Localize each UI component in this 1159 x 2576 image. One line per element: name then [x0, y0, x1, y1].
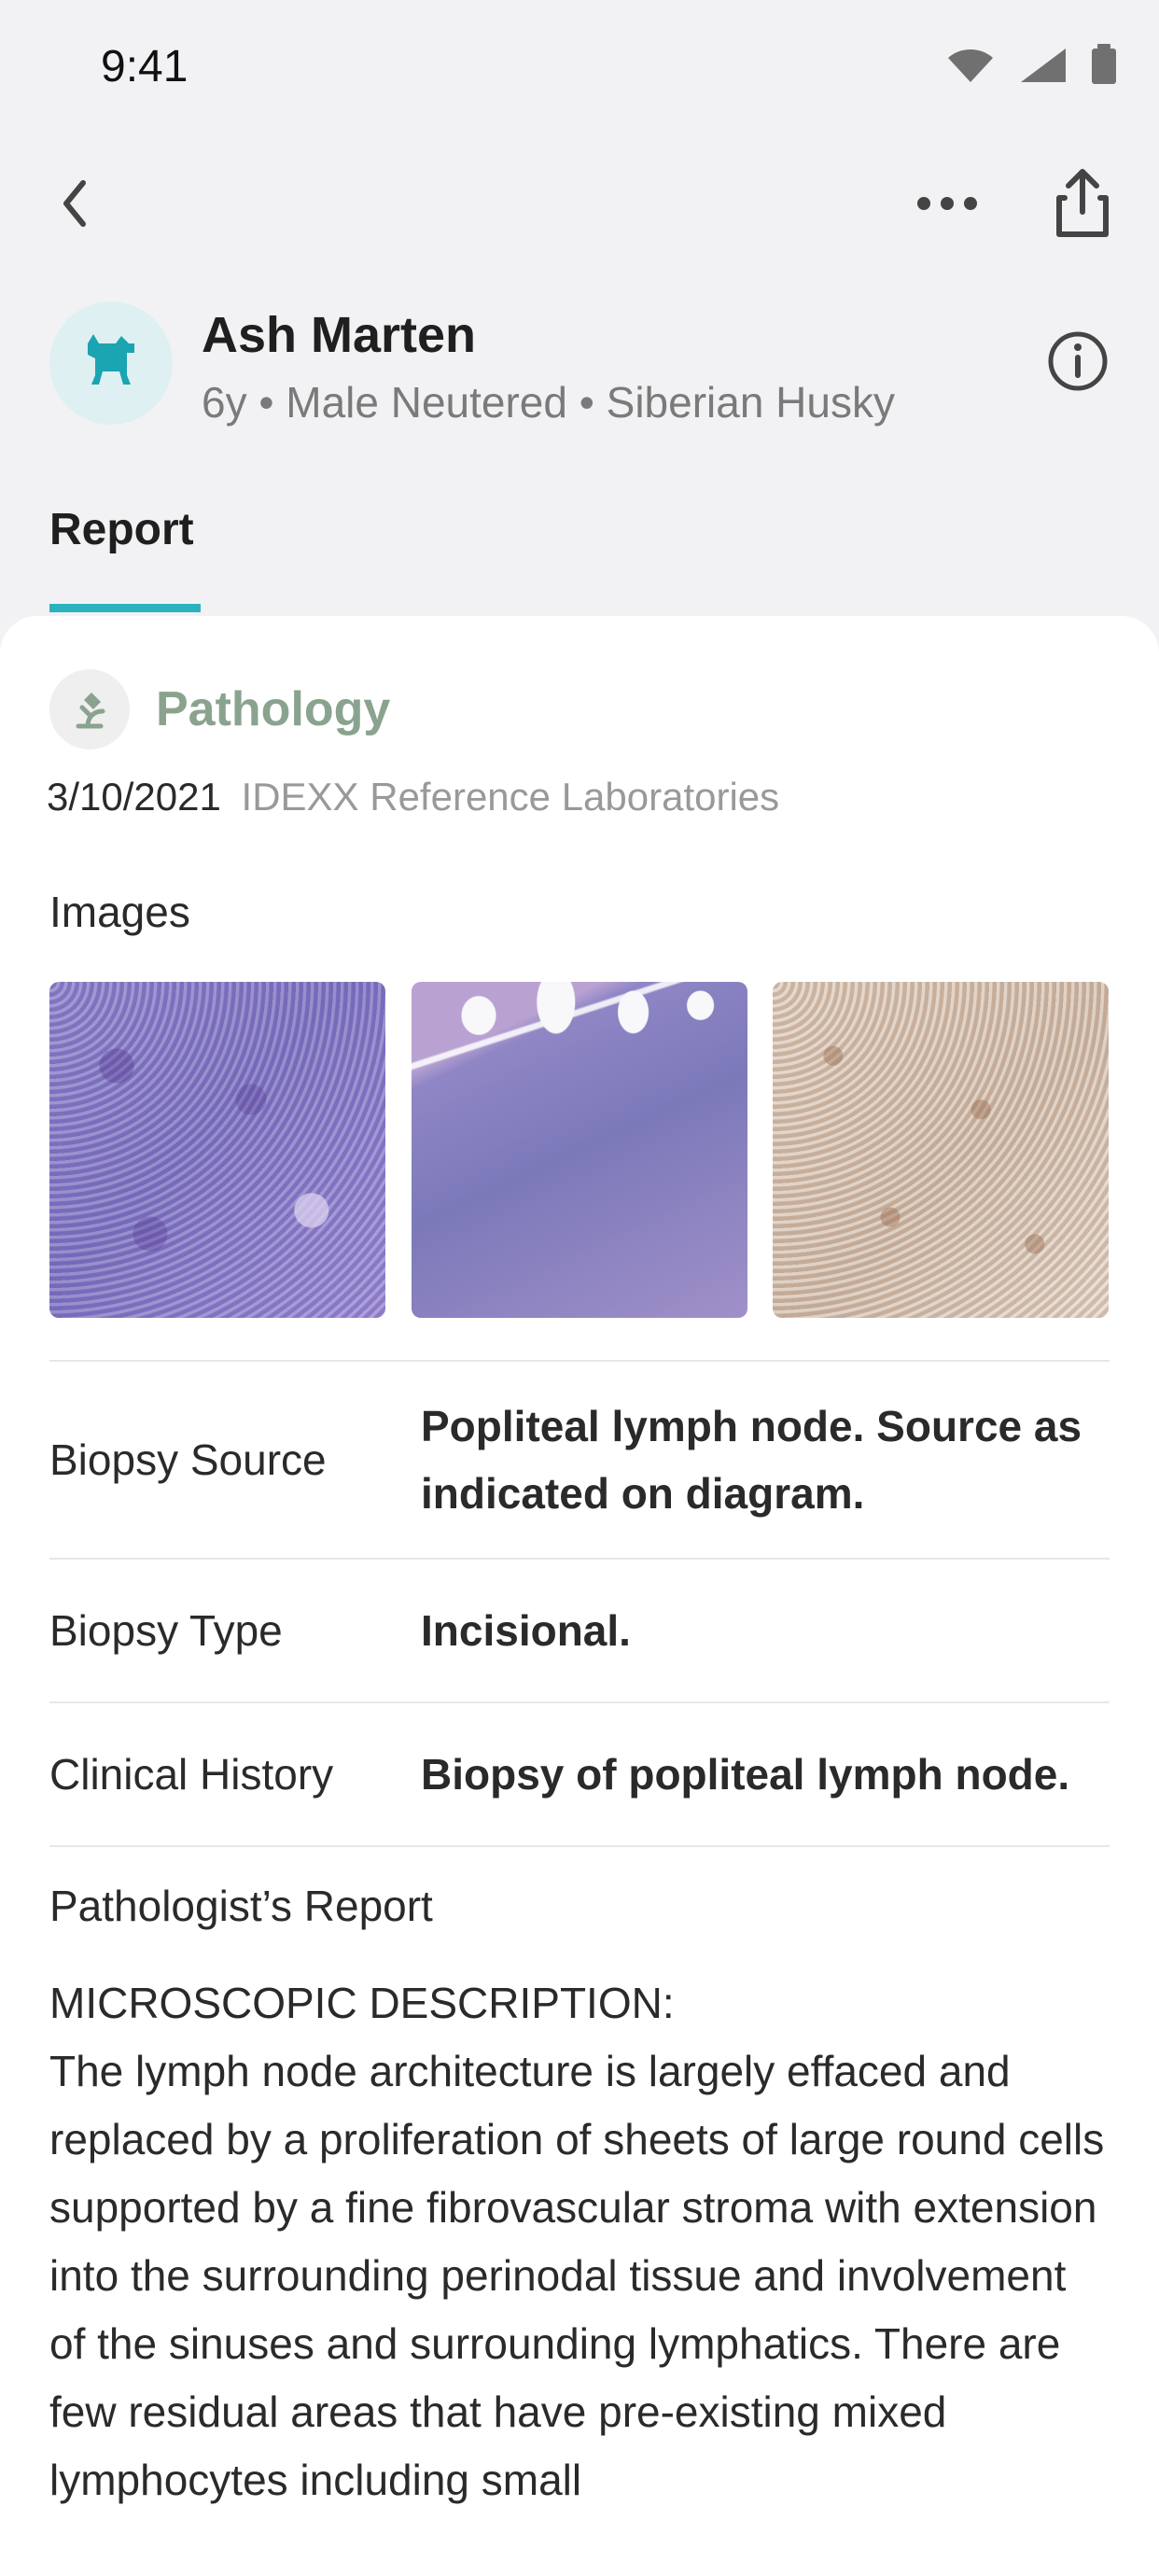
microscope-icon — [49, 669, 130, 749]
back-button[interactable] — [41, 173, 106, 238]
biopsy-type-value: Incisional. — [421, 1606, 631, 1655]
share-icon — [1052, 167, 1113, 245]
section-header: Pathology — [49, 667, 390, 751]
image-thumbnail[interactable] — [49, 982, 385, 1318]
clinical-history-label: Clinical History — [49, 1750, 334, 1799]
patient-avatar — [49, 301, 173, 425]
report-card: Pathology 3/10/2021 IDEXX Reference Labo… — [0, 616, 1159, 2576]
report-date: 3/10/2021 — [47, 775, 221, 819]
tab-indicator — [49, 604, 201, 612]
image-thumbnail[interactable] — [773, 982, 1109, 1318]
more-horizontal-icon — [915, 194, 980, 217]
status-time: 9:41 — [101, 42, 189, 91]
report-lab: IDEXX Reference Laboratories — [241, 775, 780, 819]
images-label: Images — [49, 888, 190, 936]
image-thumbnail[interactable] — [412, 982, 747, 1318]
details-list: Biopsy Source Popliteal lymph node. Sour… — [49, 1360, 1110, 1847]
patient-details: 6y • Male Neutered • Siberian Husky — [202, 378, 895, 427]
section-title: Pathology — [156, 682, 391, 736]
tab-bar: Report — [0, 495, 1159, 616]
biopsy-source-value: Popliteal lymph node. Source as indicate… — [421, 1402, 1082, 1518]
patient-header: Ash Marten 6y • Male Neutered • Siberian… — [0, 297, 1159, 427]
info-icon — [1047, 330, 1109, 397]
status-icons — [944, 43, 1118, 91]
detail-row: Biopsy Source Popliteal lymph node. Sour… — [49, 1360, 1110, 1558]
tab-report[interactable]: Report — [49, 504, 194, 555]
report-meta: 3/10/2021 IDEXX Reference Laboratories — [47, 775, 779, 819]
pathologist-report-text: MICROSCOPIC DESCRIPTION: The lymph node … — [49, 1979, 1105, 2504]
detail-row: Biopsy Type Incisional. — [49, 1558, 1110, 1701]
clinical-history-value: Biopsy of popliteal lymph node. — [421, 1750, 1070, 1799]
chevron-left-icon — [55, 175, 92, 236]
biopsy-type-label: Biopsy Type — [49, 1606, 283, 1655]
signal-icon — [1017, 45, 1069, 89]
pathologist-report-label: Pathologist’s Report — [49, 1882, 433, 1930]
more-options-button[interactable] — [910, 173, 984, 238]
navigation-bar — [0, 159, 1159, 252]
wifi-icon — [944, 45, 997, 89]
dog-icon — [77, 327, 146, 400]
info-button[interactable] — [1045, 330, 1110, 396]
battery-icon — [1090, 43, 1118, 91]
patient-name: Ash Marten — [202, 307, 477, 363]
biopsy-source-label: Biopsy Source — [49, 1435, 327, 1484]
detail-row: Clinical History Biopsy of popliteal lym… — [49, 1701, 1110, 1847]
share-button[interactable] — [1043, 163, 1122, 247]
status-bar: 9:41 — [0, 0, 1159, 140]
